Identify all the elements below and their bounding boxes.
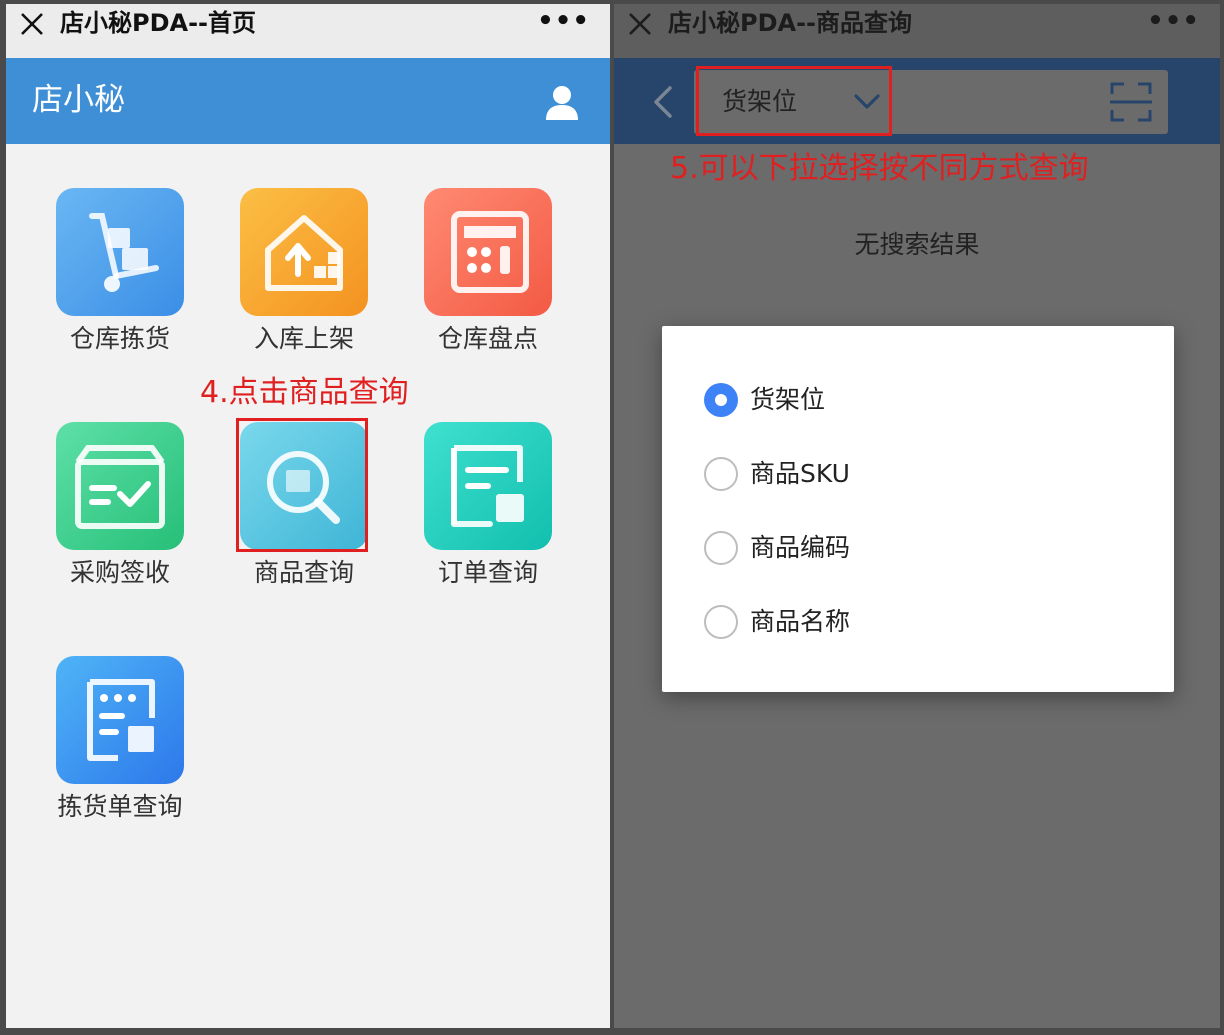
radio-button[interactable]	[704, 605, 738, 639]
radio-button[interactable]	[704, 457, 738, 491]
window-title: 店小秘PDA--首页	[60, 9, 257, 37]
option-label: 商品编码	[750, 533, 851, 562]
annotation-step-5: 5.可以下拉选择按不同方式查询	[670, 151, 1089, 186]
home-screen: 店小秘PDA--首页 ••• 店小秘 仓库拣货 入库上架 仓库盘点 采购签收 商…	[6, 4, 610, 1028]
option-product-code[interactable]: 商品编码	[704, 528, 1104, 568]
grid-item-label: 拣货单查询	[57, 792, 183, 821]
grid-item-label: 订单查询	[437, 558, 538, 587]
window-title: 店小秘PDA--商品查询	[668, 9, 913, 37]
warehouse-picking-icon	[56, 188, 184, 316]
more-menu-button[interactable]: •••	[537, 8, 590, 34]
product-search-screen: 店小秘PDA--商品查询 ••• 货架位 5.可以下拉选择按不同方式查询 无搜索…	[614, 4, 1220, 1028]
window-titlebar: 店小秘PDA--首页 •••	[6, 4, 610, 58]
purchase-receipt-icon	[56, 422, 184, 550]
app-title: 店小秘	[32, 82, 125, 118]
order-query-icon	[424, 422, 552, 550]
no-results-text: 无搜索结果	[854, 230, 980, 259]
more-menu-button[interactable]: •••	[1147, 8, 1200, 34]
scan-icon[interactable]	[1108, 80, 1154, 124]
close-icon[interactable]	[626, 8, 654, 38]
inbound-shelving-icon	[240, 188, 368, 316]
back-arrow-icon[interactable]	[652, 84, 676, 120]
user-profile-icon[interactable]	[544, 84, 580, 122]
pick-list-query-icon	[56, 656, 184, 784]
option-label: 货架位	[750, 385, 826, 414]
option-label: 商品SKU	[750, 459, 850, 488]
grid-item-label: 仓库盘点	[437, 324, 538, 353]
annotation-highlight-box	[696, 66, 892, 136]
option-product-name[interactable]: 商品名称	[704, 602, 1104, 642]
product-search-screen-panel: 店小秘PDA--商品查询 ••• 货架位 5.可以下拉选择按不同方式查询 无搜索…	[612, 0, 1224, 1035]
option-shelf-location[interactable]: 货架位	[704, 380, 1104, 420]
search-type-dialog: 货架位 商品SKU 商品编码 商品名称	[662, 326, 1174, 692]
option-label: 商品名称	[750, 607, 851, 636]
grid-item-label: 商品查询	[253, 558, 354, 587]
grid-item-inbound-shelving[interactable]: 入库上架	[214, 188, 394, 388]
home-screen-panel: 店小秘PDA--首页 ••• 店小秘 仓库拣货 入库上架 仓库盘点 采购签收 商…	[0, 0, 612, 1035]
grid-item-label: 仓库拣货	[69, 324, 170, 353]
grid-item-label: 入库上架	[253, 324, 354, 353]
grid-item-warehouse-picking[interactable]: 仓库拣货	[30, 188, 210, 388]
grid-item-order-query[interactable]: 订单查询	[398, 422, 578, 622]
grid-item-purchase-receipt[interactable]: 采购签收	[30, 422, 210, 622]
window-titlebar: 店小秘PDA--商品查询 •••	[614, 4, 1220, 58]
inventory-count-icon	[424, 188, 552, 316]
option-product-sku[interactable]: 商品SKU	[704, 454, 1104, 494]
annotation-step-4: 4.点击商品查询	[200, 375, 409, 410]
grid-item-label: 采购签收	[69, 558, 170, 587]
close-icon[interactable]	[18, 8, 46, 38]
grid-item-inventory-count[interactable]: 仓库盘点	[398, 188, 578, 388]
app-header: 店小秘	[6, 58, 610, 144]
grid-item-pick-list-query[interactable]: 拣货单查询	[30, 656, 210, 856]
annotation-highlight-box	[236, 418, 368, 552]
radio-button-selected[interactable]	[704, 383, 738, 417]
radio-button[interactable]	[704, 531, 738, 565]
